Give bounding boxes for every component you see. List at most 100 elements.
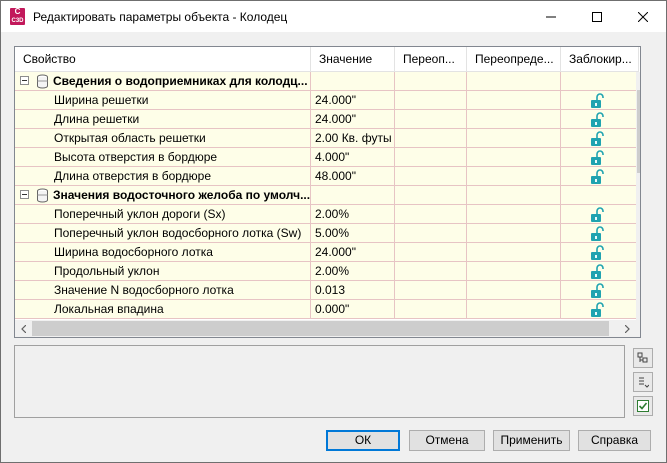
property-name-cell[interactable]: Высота отверстия в бордюре [15, 148, 311, 167]
column-header-property[interactable]: Свойство [15, 47, 311, 71]
property-row[interactable]: Длина отверстия в бордюре 48.000" [15, 167, 638, 186]
property-override2-cell[interactable] [467, 243, 561, 262]
property-value-cell[interactable]: 2.00% [311, 262, 395, 281]
vertical-scrollbar[interactable] [636, 72, 640, 321]
scroll-down-button[interactable] [636, 304, 640, 321]
unlock-icon[interactable] [589, 111, 605, 128]
property-locked-cell[interactable] [561, 148, 638, 167]
property-name-cell[interactable]: Поперечный уклон водосборного лотка (Sw) [15, 224, 311, 243]
property-value-cell[interactable]: 0.000" [311, 300, 395, 319]
title-bar[interactable]: C C3D Редактировать параметры объекта - … [1, 1, 666, 32]
property-override2-cell[interactable] [467, 148, 561, 167]
horizontal-scroll-thumb[interactable] [32, 321, 609, 336]
property-row[interactable]: Поперечный уклон дороги (Sx) 2.00% [15, 205, 638, 224]
property-locked-cell[interactable] [561, 300, 638, 319]
ok-button[interactable]: ОК [326, 430, 400, 451]
unlock-icon[interactable] [589, 263, 605, 280]
horizontal-scrollbar[interactable] [15, 320, 636, 337]
property-value-cell[interactable]: 0.013 [311, 281, 395, 300]
property-row[interactable]: Локальная впадина 0.000" [15, 300, 638, 319]
property-override2-cell[interactable] [467, 262, 561, 281]
maximize-button[interactable] [574, 1, 620, 32]
column-header-value[interactable]: Значение [311, 47, 395, 71]
property-override-cell[interactable] [395, 224, 467, 243]
minimize-button[interactable] [528, 1, 574, 32]
category-row[interactable]: Значения водосточного желоба по умолч... [15, 186, 638, 205]
category-cell[interactable]: Сведения о водоприемниках для колодц... [15, 72, 311, 91]
property-override2-cell[interactable] [467, 91, 561, 110]
apply-button[interactable]: Применить [493, 430, 570, 451]
property-row[interactable]: Длина решетки 24.000" [15, 110, 638, 129]
property-override-cell[interactable] [395, 148, 467, 167]
property-name-cell[interactable]: Продольный уклон [15, 262, 311, 281]
unlock-icon[interactable] [589, 92, 605, 109]
property-override2-cell[interactable] [467, 167, 561, 186]
property-row[interactable]: Значение N водосборного лотка 0.013 [15, 281, 638, 300]
cancel-button[interactable]: Отмена [409, 430, 485, 451]
property-name-cell[interactable]: Поперечный уклон дороги (Sx) [15, 205, 311, 224]
property-row[interactable]: Поперечный уклон водосборного лотка (Sw)… [15, 224, 638, 243]
property-value-cell[interactable]: 24.000" [311, 110, 395, 129]
property-override2-cell[interactable] [467, 281, 561, 300]
property-locked-cell[interactable] [561, 129, 638, 148]
filter-view-button[interactable] [633, 372, 653, 392]
property-locked-cell[interactable] [561, 167, 638, 186]
property-override2-cell[interactable] [467, 224, 561, 243]
unlock-icon[interactable] [589, 244, 605, 261]
property-override2-cell[interactable] [467, 110, 561, 129]
property-locked-cell[interactable] [561, 91, 638, 110]
property-name-cell[interactable]: Открытая область решетки [15, 129, 311, 148]
property-name-cell[interactable]: Локальная впадина [15, 300, 311, 319]
property-locked-cell[interactable] [561, 243, 638, 262]
category-row[interactable]: Сведения о водоприемниках для колодц... [15, 72, 638, 91]
property-override-cell[interactable] [395, 205, 467, 224]
property-locked-cell[interactable] [561, 205, 638, 224]
column-header-locked[interactable]: Заблокир... [561, 47, 639, 71]
property-locked-cell[interactable] [561, 281, 638, 300]
property-override2-cell[interactable] [467, 129, 561, 148]
property-row[interactable]: Ширина решетки 24.000" [15, 91, 638, 110]
property-override-cell[interactable] [395, 110, 467, 129]
collapse-icon[interactable] [20, 76, 29, 85]
collapse-icon[interactable] [20, 190, 29, 199]
unlock-icon[interactable] [589, 301, 605, 318]
property-name-cell[interactable]: Значение N водосборного лотка [15, 281, 311, 300]
property-value-cell[interactable]: 24.000" [311, 243, 395, 262]
check-toggle-button[interactable] [633, 396, 653, 416]
property-name-cell[interactable]: Длина решетки [15, 110, 311, 129]
property-value-cell[interactable]: 5.00% [311, 224, 395, 243]
property-row[interactable]: Ширина водосборного лотка 24.000" [15, 243, 638, 262]
close-button[interactable] [620, 1, 666, 32]
property-override-cell[interactable] [395, 281, 467, 300]
unlock-icon[interactable] [589, 225, 605, 242]
unlock-icon[interactable] [589, 206, 605, 223]
categorized-view-button[interactable] [633, 348, 653, 368]
property-override-cell[interactable] [395, 300, 467, 319]
property-override-cell[interactable] [395, 167, 467, 186]
help-button[interactable]: Справка [578, 430, 651, 451]
property-override-cell[interactable] [395, 243, 467, 262]
property-override-cell[interactable] [395, 91, 467, 110]
property-row[interactable]: Продольный уклон 2.00% [15, 262, 638, 281]
property-override-cell[interactable] [395, 262, 467, 281]
scroll-up-button[interactable] [636, 72, 640, 89]
property-row[interactable]: Высота отверстия в бордюре 4.000" [15, 148, 638, 167]
property-value-cell[interactable]: 2.00 Кв. футы [311, 129, 395, 148]
vertical-scroll-thumb[interactable] [637, 90, 640, 173]
unlock-icon[interactable] [589, 282, 605, 299]
property-value-cell[interactable]: 4.000" [311, 148, 395, 167]
property-locked-cell[interactable] [561, 224, 638, 243]
property-name-cell[interactable]: Длина отверстия в бордюре [15, 167, 311, 186]
property-value-cell[interactable]: 2.00% [311, 205, 395, 224]
property-override2-cell[interactable] [467, 205, 561, 224]
property-override-cell[interactable] [395, 129, 467, 148]
property-name-cell[interactable]: Ширина водосборного лотка [15, 243, 311, 262]
column-header-override[interactable]: Переоп... [395, 47, 467, 71]
property-override2-cell[interactable] [467, 300, 561, 319]
unlock-icon[interactable] [589, 130, 605, 147]
property-value-cell[interactable]: 48.000" [311, 167, 395, 186]
property-grid[interactable]: Свойство Значение Переоп... Переопреде..… [14, 46, 641, 338]
property-locked-cell[interactable] [561, 110, 638, 129]
unlock-icon[interactable] [589, 149, 605, 166]
property-locked-cell[interactable] [561, 262, 638, 281]
